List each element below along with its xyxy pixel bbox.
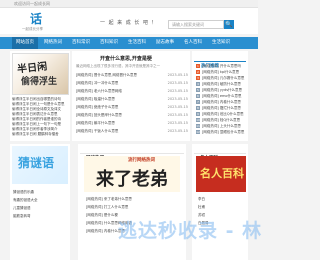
center-row-title: [网络热词] 躺平什么意思 [76,121,115,125]
sidebar-item[interactable]: 10 [网络热词] 栓Q什么意思 [196,118,240,123]
sidebar-header: 热门推荐 [194,52,246,69]
lower-right-row[interactable]: 李白 [198,197,205,202]
center-row-date: 2023-05-15 [167,73,188,77]
center-row-title: [网络热词] 冲一冲什么意思 [76,81,119,85]
nav-item-life[interactable]: 生活百科 [124,37,150,49]
nav-item-stories[interactable]: 励志故事 [152,37,178,49]
featured-image-text-top: 半日闲 [16,61,48,76]
site-slogan: 一 起 来 成 长 吧 ！ [100,20,158,26]
lower-left-row[interactable]: 儿童猜谜语 [13,206,31,211]
lower-middle-row[interactable]: [网络热词] 是什么梗 [86,213,118,218]
lower-middle-header: 网络热词 [80,144,184,161]
search-input[interactable]: 请输入搜索关键词 [168,20,224,29]
center-row[interactable]: [网络热词] 老六什么意思网络 2023-05-15 [76,89,188,94]
sidebar-item[interactable]: 7 [网络热词] 内卷什么意思 [196,100,241,105]
center-row-date: 2023-05-15 [167,81,188,85]
lower-left-image[interactable]: 猜谜语 [12,146,68,184]
center-row-title: [网络热词] 吸溜什么意思 [76,97,115,101]
lower-middle-image[interactable]: 流行网络热词 来了老弟 [84,156,180,192]
sidebar-item[interactable]: 4 [网络热词] 破防什么意思 [196,82,241,87]
center-row-date: 2023-05-15 [167,113,188,117]
center-row[interactable]: [网络热词] 回头是岸什么意思 2023-05-15 [76,113,188,118]
nav-item-life-knowledge[interactable]: 生活知识 [208,37,234,49]
nav-item-common-sense[interactable]: 百科常识 [68,37,94,49]
top-bar-text: 欢迎访问一起成长网 [14,1,50,6]
site-logo[interactable]: 话 [30,12,42,26]
sidebar-item[interactable]: 8 [网络热词] 摆烂什么意思 [196,106,241,111]
center-row[interactable]: [网络热词] 躺平什么意思 2023-05-15 [76,121,188,126]
site-header: 话 一起成长分享 一 起 来 成 长 吧 ！ 请输入搜索关键词 🔍 [0,8,258,34]
main-nav: 网站首页 网络热词 百科常识 百科知识 生活百科 励志故事 名人百科 生活知识 [0,37,258,49]
center-row-date: 2023-05-15 [167,105,188,109]
lower-left-row[interactable]: 脑筋急转弯 [13,214,31,219]
sidebar-item[interactable]: 11 [网络热词] 上头什么意思 [196,124,241,129]
lower-left-row[interactable]: 猜谜语的乐趣 [13,190,34,195]
center-row[interactable]: [网络热词] 绝绝子什么意思 2023-05-15 [76,105,188,110]
sidebar-item[interactable]: 1 [网络热词] 开什么意思吗 [196,64,241,69]
center-row-date: 2023-05-15 [167,89,188,93]
sidebar-item[interactable]: 9 [网络热词] 芭比Q什么意思 [196,112,244,117]
sidebar-item[interactable]: 3 [网络热词] 凡尔赛什么意思 [196,76,244,81]
lower-middle-row[interactable]: [网络热词] 来了老弟什么意思 [86,197,132,202]
search-button[interactable]: 🔍 [224,20,234,29]
center-row[interactable]: [网络热词] 吸溜什么意思 2023-05-15 [76,97,188,102]
center-headline[interactable]: 开查什么意思,开查是梗 [100,55,152,62]
nav-item-hot-words[interactable]: 网络热词 [40,37,66,49]
center-row[interactable]: [网络热词] 干饭人什么意思 2023-05-15 [76,129,188,134]
lower-right-row[interactable]: 杜甫 [198,205,205,210]
center-row-date: 2023-05-15 [167,129,188,133]
center-summary: 最近网络上出现了很多流行语，其中开查就是其中之一 [76,64,160,68]
top-bar: 欢迎访问一起成长网 [0,0,258,8]
lower-left-image-text: 猜谜语 [18,156,55,170]
logo-subtitle: 一起成长分享 [22,27,43,31]
nav-item-home[interactable]: 网站首页 [12,37,38,49]
lower-middle-row[interactable]: [网络热词] 打工人什么意思 [86,205,128,210]
sidebar-item[interactable]: 5 [网络热词] yyds什么意思 [196,88,242,93]
lower-middle-image-text: 来了老弟 [96,169,168,190]
center-row-date: 2023-05-15 [167,121,188,125]
nav-item-knowledge[interactable]: 百科知识 [96,37,122,49]
lower-left-row[interactable]: 有趣的谜语大全 [13,198,38,203]
lower-middle-image-caption: 流行网络热词 [128,158,155,163]
center-row-title: [网络热词] 冒什么意思,网络冒什么意思 [76,73,137,77]
featured-image[interactable]: 半日闲 偷得浮生 [12,53,69,95]
lower-right-header: 名人百科 [194,144,246,161]
nav-item-celebrities[interactable]: 名人百科 [180,37,206,49]
center-row-title: [网络热词] 老六什么意思网络 [76,89,122,93]
featured-image-text-bottom: 偷得浮生 [21,77,58,87]
center-row[interactable]: [网络热词] 冲一冲什么意思 2023-05-15 [76,81,188,86]
center-row-title: [网络热词] 回头是岸什么意思 [76,113,122,117]
sidebar-item[interactable]: 2 [网络热词] kpl什么意思 [196,70,239,75]
sidebar-item[interactable]: 6 [网络热词] emo什么意思 [196,94,242,99]
center-row[interactable]: [网络热词] 冒什么意思,网络冒什么意思 2023-05-15 [76,73,188,78]
search-icon: 🔍 [225,21,233,28]
center-row-title: [网络热词] 绝绝子什么意思 [76,105,119,109]
sidebar-item[interactable]: 12 [网络热词] 显眼包什么意思 [196,130,244,135]
center-row-date: 2023-05-15 [167,97,188,101]
watermark-overlay: 逃达秒收录 - 林 [118,220,263,242]
lower-right-image-text: 名人百科 [200,167,244,180]
lower-right-image[interactable]: 名人百科 [196,156,246,192]
center-row-title: [网络热词] 干饭人什么意思 [76,129,119,133]
left-line-8[interactable]: 偷得浮生半日闲 题鹤林寺僧舍 [12,132,68,137]
